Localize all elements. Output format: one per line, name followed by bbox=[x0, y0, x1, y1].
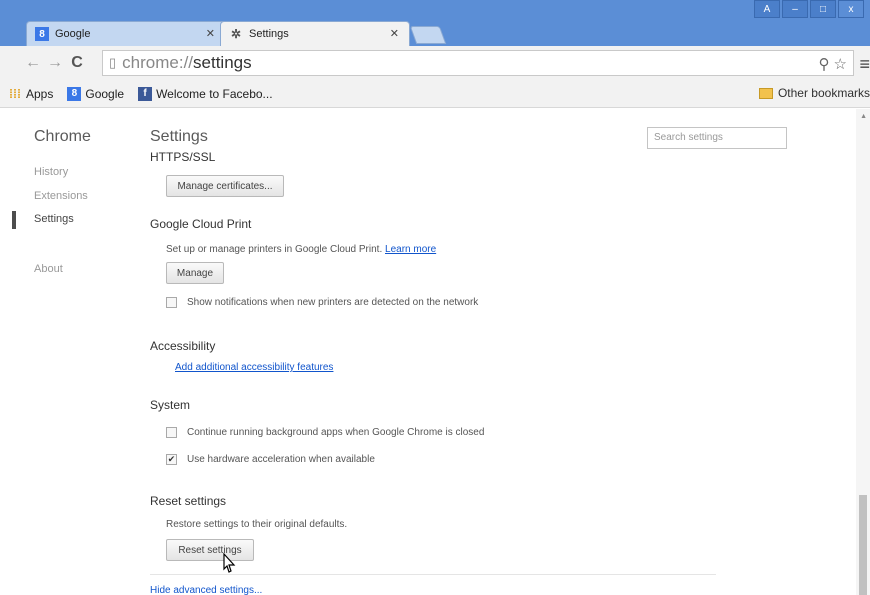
maximize-button[interactable]: □ bbox=[810, 0, 836, 18]
accessibility-features-link[interactable]: Add additional accessibility features bbox=[175, 362, 333, 373]
tab-settings[interactable]: ✲ Settings ✕ bbox=[220, 21, 410, 46]
section-title-https: HTTPS/SSL bbox=[150, 150, 216, 164]
section-title-cloud-print: Google Cloud Print bbox=[150, 217, 252, 231]
scrollbar[interactable]: ▲ bbox=[856, 109, 870, 595]
checkbox-unchecked[interactable] bbox=[166, 427, 177, 438]
browser-toolbar: ← → C ▯ chrome://settings ⚲ ☆ ≡ bbox=[0, 46, 870, 80]
google-favicon-icon: 8 bbox=[35, 27, 49, 41]
page-icon: ▯ bbox=[109, 55, 117, 70]
menu-icon[interactable]: ≡ bbox=[859, 54, 870, 75]
hardware-acceleration-option[interactable]: ✔ Use hardware acceleration when availab… bbox=[166, 454, 375, 465]
hide-advanced-settings-link[interactable]: Hide advanced settings... bbox=[150, 585, 262, 595]
sidebar-item-history[interactable]: History bbox=[34, 166, 68, 178]
tab-google[interactable]: 8 Google ✕ bbox=[26, 21, 226, 46]
other-bookmarks-label: Other bookmarks bbox=[777, 86, 870, 100]
google-favicon-icon: 8 bbox=[67, 86, 82, 101]
address-bar[interactable]: ▯ chrome://settings ⚲ ☆ bbox=[102, 50, 854, 76]
checkbox-label: Use hardware acceleration when available bbox=[187, 454, 375, 465]
cloud-print-desc-text: Set up or manage printers in Google Clou… bbox=[166, 244, 383, 255]
bookmark-google[interactable]: 8 Google bbox=[67, 86, 125, 101]
scroll-up-icon[interactable]: ▲ bbox=[860, 113, 867, 120]
reset-settings-button[interactable]: Reset settings bbox=[166, 539, 254, 561]
close-window-button[interactable]: x bbox=[838, 0, 864, 18]
checkbox-label: Continue running background apps when Go… bbox=[187, 427, 485, 438]
tab-title: Google bbox=[55, 28, 91, 40]
manage-printers-button[interactable]: Manage bbox=[166, 262, 224, 284]
page-title: Settings bbox=[150, 128, 208, 145]
bookmark-facebook[interactable]: f Welcome to Facebo... bbox=[138, 86, 273, 101]
selected-marker bbox=[12, 211, 16, 229]
apps-icon: ⁞⁞⁞ bbox=[9, 86, 21, 101]
checkbox-label: Show notifications when new printers are… bbox=[187, 297, 479, 308]
checkbox-checked[interactable]: ✔ bbox=[166, 454, 177, 465]
bookmark-label: Apps bbox=[26, 86, 54, 101]
folder-icon bbox=[758, 87, 773, 99]
gear-icon: ✲ bbox=[230, 27, 242, 41]
checkbox-unchecked[interactable] bbox=[166, 297, 177, 308]
search-input[interactable]: Search settings bbox=[647, 127, 787, 149]
minimize-button[interactable]: – bbox=[782, 0, 808, 18]
back-icon[interactable]: ← bbox=[22, 54, 44, 72]
scrollbar-thumb[interactable] bbox=[859, 495, 867, 595]
new-tab-button[interactable] bbox=[409, 26, 447, 44]
url-prefix: chrome:// bbox=[122, 53, 194, 72]
sidebar-item-about[interactable]: About bbox=[34, 263, 63, 275]
title-bar: 8 Google ✕ ✲ Settings ✕ A – □ x bbox=[0, 0, 870, 46]
sidebar-item-extensions[interactable]: Extensions bbox=[34, 190, 88, 202]
manage-certificates-button[interactable]: Manage certificates... bbox=[166, 175, 284, 197]
section-title-system: System bbox=[150, 398, 191, 412]
zoom-icon[interactable]: ⚲ bbox=[819, 55, 830, 73]
section-title-accessibility: Accessibility bbox=[150, 339, 216, 353]
other-bookmarks[interactable]: Other bookmarks bbox=[758, 86, 870, 100]
mouse-cursor-icon bbox=[223, 553, 236, 573]
facebook-icon: f bbox=[138, 86, 153, 101]
url-path: settings bbox=[193, 53, 252, 72]
window-controls: A – □ x bbox=[754, 0, 864, 18]
sidebar-title: Chrome bbox=[34, 128, 91, 145]
close-icon[interactable]: ✕ bbox=[390, 27, 399, 40]
bookmarks-bar: ⁞⁞⁞ Apps 8 Google f Welcome to Facebo...… bbox=[0, 80, 870, 108]
sidebar-item-settings[interactable]: Settings bbox=[34, 213, 74, 225]
close-icon[interactable]: ✕ bbox=[206, 27, 215, 40]
section-title-reset: Reset settings bbox=[150, 494, 227, 508]
forward-icon[interactable]: → bbox=[44, 54, 66, 72]
bookmark-label: Google bbox=[85, 86, 125, 101]
reset-description: Restore settings to their original defau… bbox=[166, 519, 348, 530]
reload-icon[interactable]: C bbox=[66, 54, 88, 72]
profile-button[interactable]: A bbox=[754, 0, 780, 18]
bookmark-label: Welcome to Facebo... bbox=[156, 86, 273, 101]
learn-more-link[interactable]: Learn more bbox=[385, 244, 436, 255]
background-apps-option[interactable]: Continue running background apps when Go… bbox=[166, 427, 484, 438]
bookmark-apps[interactable]: ⁞⁞⁞ Apps bbox=[8, 87, 53, 101]
printer-notifications-option[interactable]: Show notifications when new printers are… bbox=[166, 297, 478, 308]
tab-title: Settings bbox=[249, 28, 289, 40]
sidebar: Chrome History Extensions Settings About bbox=[0, 109, 140, 595]
settings-page: Chrome History Extensions Settings About… bbox=[0, 109, 870, 595]
cloud-print-description: Set up or manage printers in Google Clou… bbox=[166, 244, 436, 255]
star-icon[interactable]: ☆ bbox=[834, 55, 847, 73]
